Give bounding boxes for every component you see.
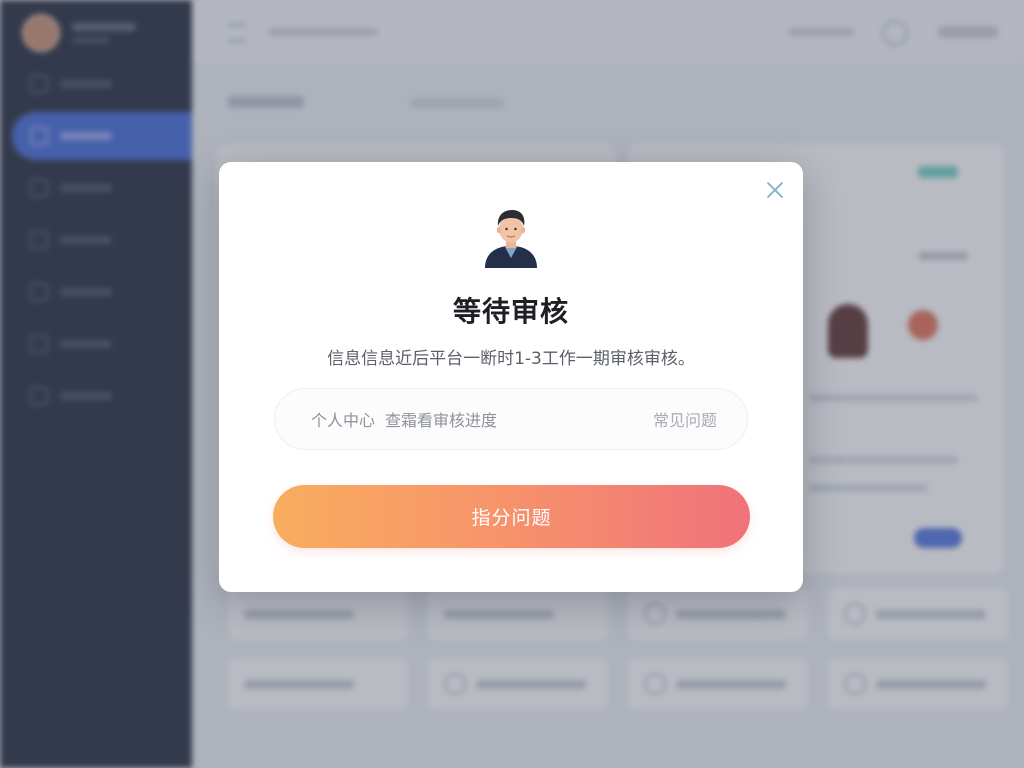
info-hint: 个人中心 查霜看审核进度 bbox=[311, 407, 497, 431]
modal-title: 等待审核 bbox=[452, 295, 569, 328]
modal-description: 信息信息近后平台一断时1-3工作一期审核审核。 bbox=[327, 349, 695, 369]
review-pending-modal: 等待审核 信息信息近后平台一断时1-3工作一期审核审核。 个人中心 查霜看审核进度… bbox=[219, 162, 803, 592]
info-hint-action: 查霜看审核进度 bbox=[385, 411, 498, 430]
faq-link[interactable]: 常见问题 bbox=[653, 407, 717, 431]
close-button[interactable] bbox=[763, 178, 787, 202]
primary-action-button[interactable]: 指分问题 bbox=[273, 485, 750, 548]
info-box: 个人中心 查霜看审核进度 常见问题 bbox=[274, 388, 748, 450]
close-icon[interactable] bbox=[765, 180, 785, 200]
info-hint-location: 个人中心 bbox=[311, 411, 376, 430]
user-avatar-icon bbox=[483, 206, 539, 270]
